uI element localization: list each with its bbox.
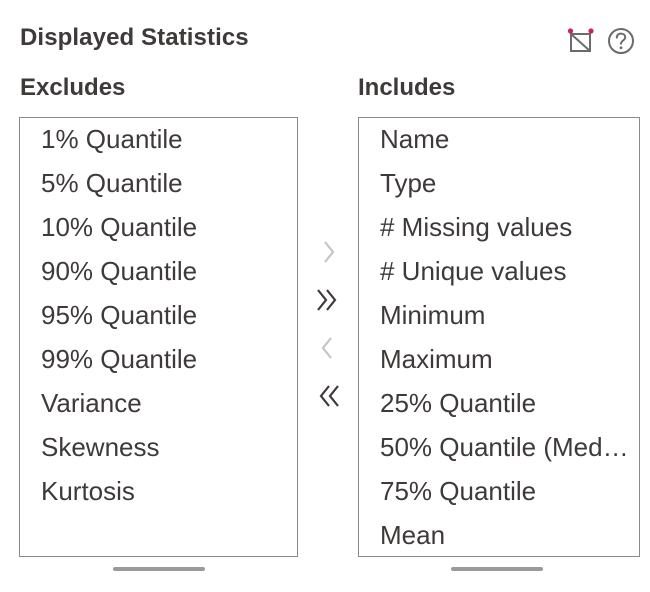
double-chevron-left-icon — [319, 385, 339, 407]
list-item[interactable]: Name — [359, 118, 639, 161]
list-item[interactable]: Mean — [359, 513, 639, 556]
list-item[interactable]: Maximum — [359, 337, 639, 381]
help-icon[interactable] — [606, 26, 636, 56]
list-item[interactable]: 1% Quantile — [20, 118, 297, 161]
list-item[interactable]: # Missing values — [359, 205, 639, 249]
section-title: Displayed Statistics — [20, 24, 249, 51]
list-item[interactable]: 90% Quantile — [20, 249, 297, 293]
list-item[interactable]: 50% Quantile (Median) — [359, 425, 639, 469]
excludes-list[interactable]: 1% Quantile 5% Quantile 10% Quantile 90%… — [19, 117, 298, 557]
list-item[interactable]: Minimum — [359, 293, 639, 337]
list-item[interactable]: 5% Quantile — [20, 161, 297, 205]
double-chevron-right-icon — [317, 289, 337, 311]
move-all-left-button[interactable] — [312, 380, 344, 412]
includes-list[interactable]: Name Type # Missing values # Unique valu… — [358, 117, 640, 557]
list-item[interactable]: 95% Quantile — [20, 293, 297, 337]
move-left-button[interactable] — [312, 332, 344, 364]
list-item[interactable]: Skewness — [20, 425, 297, 469]
list-item[interactable]: 25% Quantile — [359, 381, 639, 425]
list-item[interactable]: 75% Quantile — [359, 469, 639, 513]
move-all-right-button[interactable] — [312, 284, 344, 316]
reset-filter-icon[interactable] — [566, 26, 596, 56]
list-item[interactable]: # Unique values — [359, 249, 639, 293]
includes-resize-handle[interactable] — [451, 567, 543, 571]
list-item[interactable]: Kurtosis — [20, 469, 297, 513]
move-right-button[interactable] — [312, 236, 344, 268]
excludes-label: Excludes — [20, 74, 126, 101]
excludes-resize-handle[interactable] — [113, 567, 205, 571]
list-item[interactable]: Type — [359, 161, 639, 205]
list-item[interactable]: 99% Quantile — [20, 337, 297, 381]
list-item[interactable]: 10% Quantile — [20, 205, 297, 249]
list-item[interactable]: Variance — [20, 381, 297, 425]
chevron-left-icon — [321, 337, 332, 359]
includes-label: Includes — [358, 74, 456, 101]
chevron-right-icon — [324, 241, 335, 263]
